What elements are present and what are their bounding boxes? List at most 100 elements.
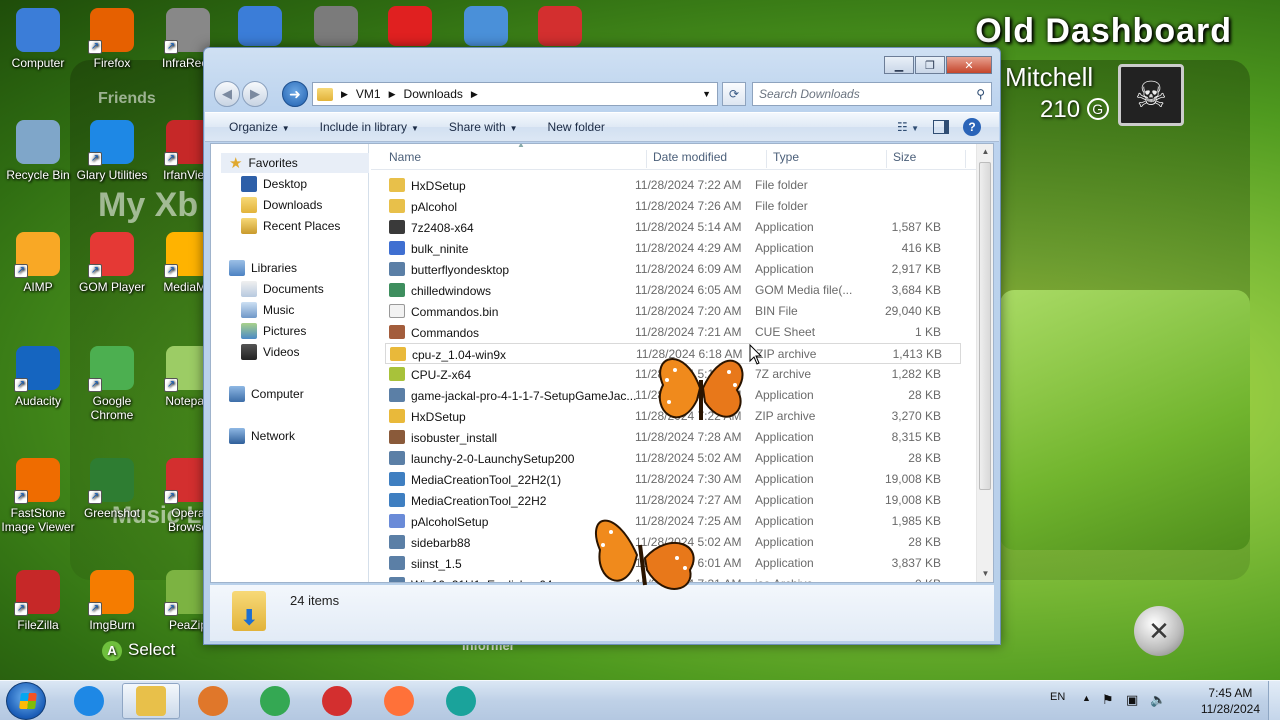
search-placeholder: Search Downloads: [759, 87, 860, 101]
nav-recent-places[interactable]: Recent Places: [241, 216, 340, 236]
volume-muted-icon[interactable]: 🔈: [1150, 692, 1166, 708]
file-row[interactable]: bulk_ninite 11/28/2024 4:29 AM Application…: [385, 238, 961, 259]
desktop-icon-computer[interactable]: Computer: [0, 8, 76, 70]
file-row[interactable]: pAlcohol 11/28/2024 7:26 AM File folder: [385, 196, 961, 217]
organize-button[interactable]: Organize ▼: [229, 120, 290, 134]
file-row[interactable]: launchy-2-0-LaunchySetup200 11/28/2024 5:…: [385, 448, 961, 469]
disc-icon[interactable]: [314, 6, 358, 46]
file-type: Application: [755, 556, 814, 570]
up-button[interactable]: ➜: [282, 81, 308, 107]
action-center-flag-icon[interactable]: ⚑: [1102, 692, 1114, 708]
file-row[interactable]: HxDSetup 11/28/2024 7:22 AM File folder: [385, 175, 961, 196]
wallpaper-text-friends: Friends: [98, 90, 156, 107]
desktop-icon-firefox[interactable]: ↗ Firefox: [74, 8, 150, 70]
breadcrumb-vm1[interactable]: VM1: [356, 87, 381, 101]
address-dropdown-icon[interactable]: ▼: [702, 89, 711, 99]
taskbar-xbox-app-button[interactable]: [432, 683, 490, 719]
tray-overflow-icon[interactable]: ▲: [1082, 693, 1091, 703]
nav-documents[interactable]: Documents: [241, 279, 324, 299]
nav-favorites[interactable]: ★ Favorites: [229, 153, 298, 173]
maximize-button[interactable]: ❐: [915, 56, 945, 74]
desktop-icon-faststone[interactable]: ↗ FastStone Image Viewer: [0, 458, 76, 534]
nav-videos[interactable]: Videos: [241, 342, 299, 362]
vertical-scrollbar[interactable]: ▲ ▼: [976, 144, 993, 582]
breadcrumb-downloads[interactable]: Downloads: [404, 87, 463, 101]
folder-icon: [317, 87, 333, 101]
taskbar-firefox-button[interactable]: [370, 683, 428, 719]
preview-pane-icon[interactable]: [933, 120, 949, 134]
taskbar-media-player-button[interactable]: [184, 683, 242, 719]
breadcrumb-chevron-icon[interactable]: ▶: [341, 89, 348, 100]
file-name-cell: butterflyondesktop: [389, 262, 639, 277]
desktop-icon-chrome[interactable]: ↗ Google Chrome: [74, 346, 150, 422]
desktop-icon-imgburn[interactable]: ↗ ImgBurn: [74, 570, 150, 632]
language-indicator[interactable]: EN: [1050, 691, 1065, 703]
file-size: 3,270 KB: [891, 409, 941, 423]
desktop-icon-label: ImgBurn: [89, 618, 135, 632]
taskbar-opera-button[interactable]: [308, 683, 366, 719]
desktop-icon-label: Recycle Bin: [6, 168, 70, 182]
forward-button[interactable]: ▶: [242, 81, 268, 107]
nav-desktop[interactable]: Desktop: [241, 174, 307, 194]
refresh-button[interactable]: ⟳: [722, 82, 746, 106]
breadcrumb-chevron-icon[interactable]: ▶: [389, 89, 396, 100]
nav-pictures[interactable]: Pictures: [241, 321, 306, 341]
select-hint-label: Select: [128, 640, 176, 659]
new-folder-button[interactable]: New folder: [548, 120, 605, 134]
scroll-up-icon[interactable]: ▲: [977, 144, 994, 160]
youtube-icon[interactable]: [388, 6, 432, 46]
chrome-icon: [260, 686, 290, 716]
navigation-bar: ◀ ▶ ➜ ▶ VM1 ▶ Downloads ▶ ▼ ⟳ Search Dow…: [212, 80, 992, 108]
minimize-button[interactable]: ▁: [884, 56, 914, 74]
taskbar-ie-button[interactable]: [60, 683, 118, 719]
clock[interactable]: 7:45 AM 11/28/2024: [1201, 685, 1260, 717]
include-in-library-button[interactable]: Include in library ▼: [320, 120, 419, 134]
view-options-icon[interactable]: ☷ ▼: [897, 120, 919, 134]
desktop-icon-aimp[interactable]: ↗ AIMP: [0, 232, 76, 294]
column-date-modified[interactable]: Date modified: [646, 150, 727, 168]
network-tray-icon[interactable]: ▣: [1126, 692, 1138, 708]
address-bar[interactable]: ▶ VM1 ▶ Downloads ▶ ▼: [312, 82, 718, 106]
column-name[interactable]: Name: [383, 150, 421, 168]
nav-network[interactable]: Network: [229, 426, 295, 446]
search-input[interactable]: Search Downloads ⚲: [752, 82, 992, 106]
breadcrumb-chevron-icon[interactable]: ▶: [471, 89, 478, 100]
nav-downloads[interactable]: Downloads: [241, 195, 322, 215]
file-row[interactable]: butterflyondesktop 11/28/2024 6:09 AM Appl…: [385, 259, 961, 280]
nav-libraries[interactable]: Libraries: [229, 258, 297, 278]
desktop-icon-glary-utilities[interactable]: ↗ Glary Utilities: [74, 120, 150, 182]
desktop-icon-greenshot[interactable]: ↗ Greenshot: [74, 458, 150, 520]
start-button[interactable]: [6, 682, 46, 720]
clock-date: 11/28/2024: [1200, 702, 1260, 716]
desktop-icon-label: Google Chrome: [90, 394, 134, 422]
taskbar-chrome-button[interactable]: [246, 683, 304, 719]
file-type: Application: [755, 241, 814, 255]
file-size: 19,008 KB: [884, 493, 941, 507]
nav-computer[interactable]: Computer: [229, 384, 304, 404]
network-icon[interactable]: [238, 6, 282, 46]
desktop-icon-audacity[interactable]: ↗ Audacity: [0, 346, 76, 408]
desktop-icon-gom-player[interactable]: ↗ GOM Player: [74, 232, 150, 294]
taskbar-explorer-button[interactable]: [122, 683, 180, 719]
file-row[interactable]: chilledwindows 11/28/2024 6:05 AM GOM Medi…: [385, 280, 961, 301]
desktop-icon-filezilla[interactable]: ↗ FileZilla: [0, 570, 76, 632]
column-size[interactable]: Size: [886, 150, 916, 168]
close-button[interactable]: ✕: [946, 56, 992, 74]
search-icon[interactable]: ⚲: [976, 87, 985, 101]
help-icon[interactable]: ?: [963, 118, 981, 136]
show-desktop-button[interactable]: [1268, 681, 1280, 720]
back-button[interactable]: ◀: [214, 81, 240, 107]
satellite-icon[interactable]: [464, 6, 508, 46]
scroll-down-icon[interactable]: ▼: [977, 566, 994, 582]
file-name-cell: pAlcohol: [389, 199, 639, 214]
share-with-button[interactable]: Share with ▼: [449, 120, 518, 134]
column-type[interactable]: Type: [766, 150, 799, 168]
nav-music[interactable]: Music: [241, 300, 294, 320]
desktop-icon-recycle-bin[interactable]: Recycle Bin: [0, 120, 76, 182]
file-row[interactable]: 7z2408-x64 11/28/2024 5:14 AM Application 1…: [385, 217, 961, 238]
scrollbar-thumb[interactable]: [979, 162, 991, 490]
file-row[interactable]: Commandos.bin 11/28/2024 7:20 AM BIN File 2…: [385, 301, 961, 322]
toolbox-icon[interactable]: [538, 6, 582, 46]
file-size: 28 KB: [908, 388, 941, 402]
file-row[interactable]: MediaCreationTool_22H2(1) 11/28/2024 7:30…: [385, 469, 961, 490]
